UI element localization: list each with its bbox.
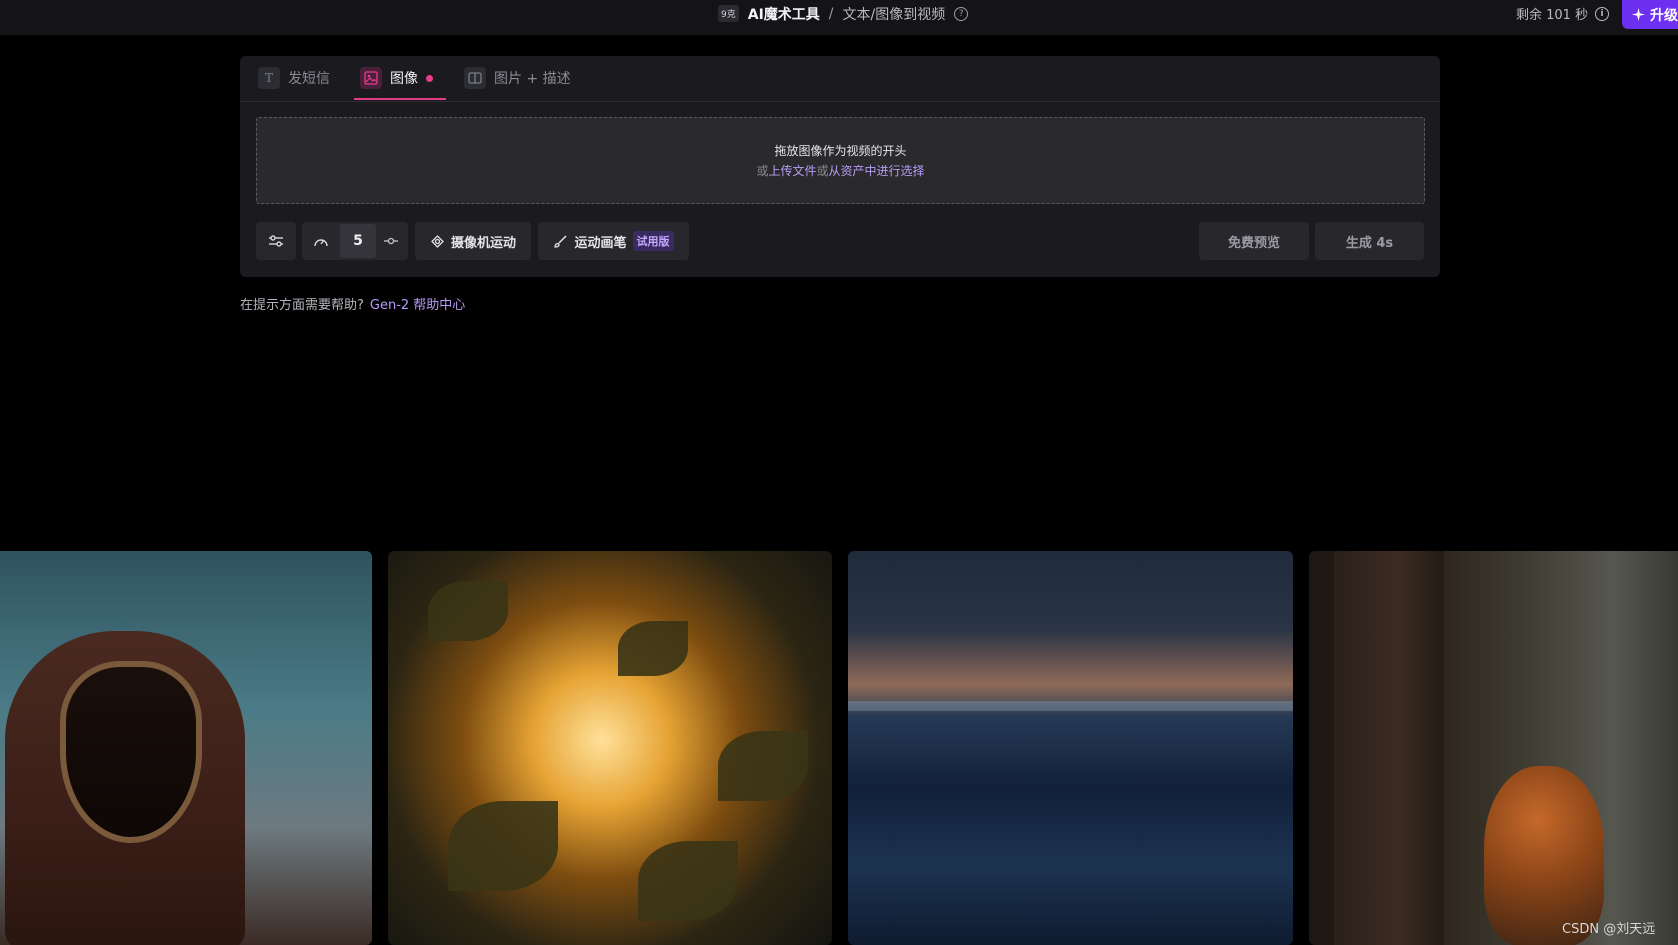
- wave-crest: [848, 701, 1293, 711]
- leaf-shape: [448, 801, 558, 891]
- mode-tabs: T 发短信 图像 图片 + 描述: [240, 56, 1440, 102]
- leaf-shape: [718, 731, 808, 801]
- leaf-shape: [638, 841, 738, 921]
- dropzone-prefix: 或: [756, 164, 769, 178]
- top-bar: 9克 AI魔术工具 / 文本/图像到视频 ? 剩余 101 秒 i 升级: [0, 0, 1678, 35]
- tree-trunk: [1334, 551, 1444, 945]
- breadcrumb-page: 文本/图像到视频: [842, 6, 946, 23]
- motion-brush-label: 运动画笔: [574, 235, 627, 251]
- tab-text[interactable]: T 发短信: [258, 56, 330, 100]
- active-tab-underline: [354, 98, 446, 100]
- tab-image-description[interactable]: 图片 + 描述: [464, 56, 571, 100]
- text-T-icon: T: [258, 67, 280, 89]
- camera-motion-icon: [431, 234, 444, 248]
- beta-tag: 试用版: [632, 231, 674, 251]
- general-motion-control[interactable]: 5: [302, 222, 408, 260]
- free-preview-button[interactable]: 免费预览: [1199, 222, 1309, 260]
- question-circle-icon[interactable]: ?: [954, 6, 969, 21]
- upgrade-button[interactable]: 升级: [1622, 0, 1678, 29]
- tab-image[interactable]: 图像: [360, 56, 433, 100]
- hood-mask-detail: [60, 661, 202, 843]
- select-from-assets-link[interactable]: 从资产中进行选择: [829, 164, 925, 178]
- dropzone-subtitle: 或上传文件或从资产中进行选择: [756, 162, 924, 179]
- sparkle-icon: [1632, 8, 1645, 21]
- remaining-time: 剩余 101 秒 i: [1516, 0, 1610, 27]
- tab-image-description-label: 图片 + 描述: [494, 71, 571, 87]
- tab-text-label: 发短信: [288, 71, 330, 87]
- breadcrumb: 9克 AI魔术工具 / 文本/图像到视频 ?: [718, 0, 969, 27]
- active-dot: [426, 74, 433, 82]
- image-icon: [360, 67, 382, 89]
- sliders-icon: [269, 235, 283, 247]
- settings-button[interactable]: [256, 222, 296, 260]
- image-dropzone[interactable]: 拖放图像作为视频的开头 或上传文件或从资产中进行选择: [256, 117, 1425, 204]
- gallery-card-ocean-waves[interactable]: [848, 551, 1293, 945]
- remaining-time-label: 剩余 101 秒: [1516, 8, 1589, 23]
- breadcrumb-tool[interactable]: AI魔术工具: [748, 4, 820, 24]
- motion-brush-button[interactable]: 运动画笔 试用版: [538, 222, 689, 260]
- gallery-card-hooded-figure[interactable]: [0, 551, 372, 945]
- camera-motion-button[interactable]: 摄像机运动: [415, 222, 531, 260]
- generation-panel: T 发短信 图像 图片 + 描述 拖放图像作为视频的开头 或上传文件或从资产中进…: [240, 56, 1440, 277]
- info-circle-icon[interactable]: i: [1595, 6, 1610, 21]
- upload-file-link[interactable]: 上传文件: [768, 164, 816, 178]
- credit-badge: 9克: [718, 5, 739, 22]
- help-prompt-text: 在提示方面需要帮助?: [240, 298, 364, 313]
- dropzone-title: 拖放图像作为视频的开头: [774, 144, 907, 158]
- tab-image-label: 图像: [390, 71, 418, 87]
- generate-button[interactable]: 生成 4s: [1315, 222, 1424, 260]
- leaf-shape: [618, 621, 688, 676]
- brush-icon: [554, 234, 568, 248]
- watermark: CSDN @刘天远: [1562, 922, 1656, 937]
- upgrade-label: 升级: [1650, 7, 1678, 24]
- help-center-link[interactable]: Gen-2 帮助中心: [370, 298, 465, 313]
- motion-value[interactable]: 5: [340, 224, 376, 258]
- camera-motion-label: 摄像机运动: [450, 235, 516, 251]
- leaf-shape: [428, 581, 508, 641]
- breadcrumb-separator: /: [828, 5, 834, 22]
- help-prompt: 在提示方面需要帮助? Gen-2 帮助中心: [240, 294, 465, 313]
- step-dots-icon[interactable]: [376, 236, 406, 246]
- gauge-icon: [302, 234, 340, 248]
- split-panel-icon: [464, 67, 486, 89]
- gallery-card-fox-forest[interactable]: [1309, 551, 1678, 945]
- gallery-card-sunlit-leaves[interactable]: [388, 551, 832, 945]
- dropzone-middle: 或: [816, 164, 829, 178]
